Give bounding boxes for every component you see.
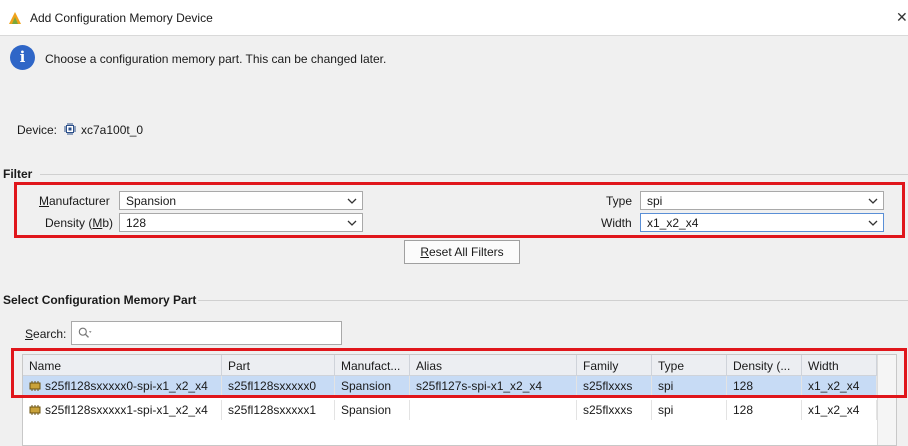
chip-icon <box>64 123 76 135</box>
filter-highlight-box <box>14 182 905 238</box>
cell-name: s25fl128sxxxxx1-spi-x1_x2_x4 <box>23 400 222 420</box>
table-row[interactable]: s25fl128sxxxxx1-spi-x1_x2_x4 s25fl128sxx… <box>23 400 877 420</box>
cell-part: s25fl128sxxxxx1 <box>222 400 335 420</box>
cell-alias <box>410 400 577 420</box>
select-part-divider <box>198 300 908 301</box>
cell-width: x1_x2_x4 <box>802 400 877 420</box>
reset-all-filters-button[interactable]: Reset All Filters <box>404 240 520 264</box>
device-value: xc7a100t_0 <box>81 123 144 137</box>
filter-divider <box>40 174 908 175</box>
cell-family: s25flxxxs <box>577 400 652 420</box>
table-highlight-box <box>11 348 907 398</box>
cell-density: 128 <box>727 400 802 420</box>
window-title: Add Configuration Memory Device <box>30 11 213 25</box>
vivado-logo-icon <box>9 12 21 24</box>
cell-type: spi <box>652 400 727 420</box>
search-input[interactable] <box>71 321 342 345</box>
close-icon[interactable]: ✕ <box>896 9 908 26</box>
device-label: Device: <box>17 123 58 137</box>
info-text: Choose a configuration memory part. This… <box>45 52 387 66</box>
search-icon <box>78 327 92 338</box>
info-icon: i <box>10 45 35 70</box>
search-label: Search: <box>25 327 67 341</box>
filter-section-title: Filter <box>3 167 33 181</box>
cell-manufacturer: Spansion <box>335 400 410 420</box>
select-part-section-title: Select Configuration Memory Part <box>3 293 197 307</box>
memory-part-icon <box>29 405 41 415</box>
